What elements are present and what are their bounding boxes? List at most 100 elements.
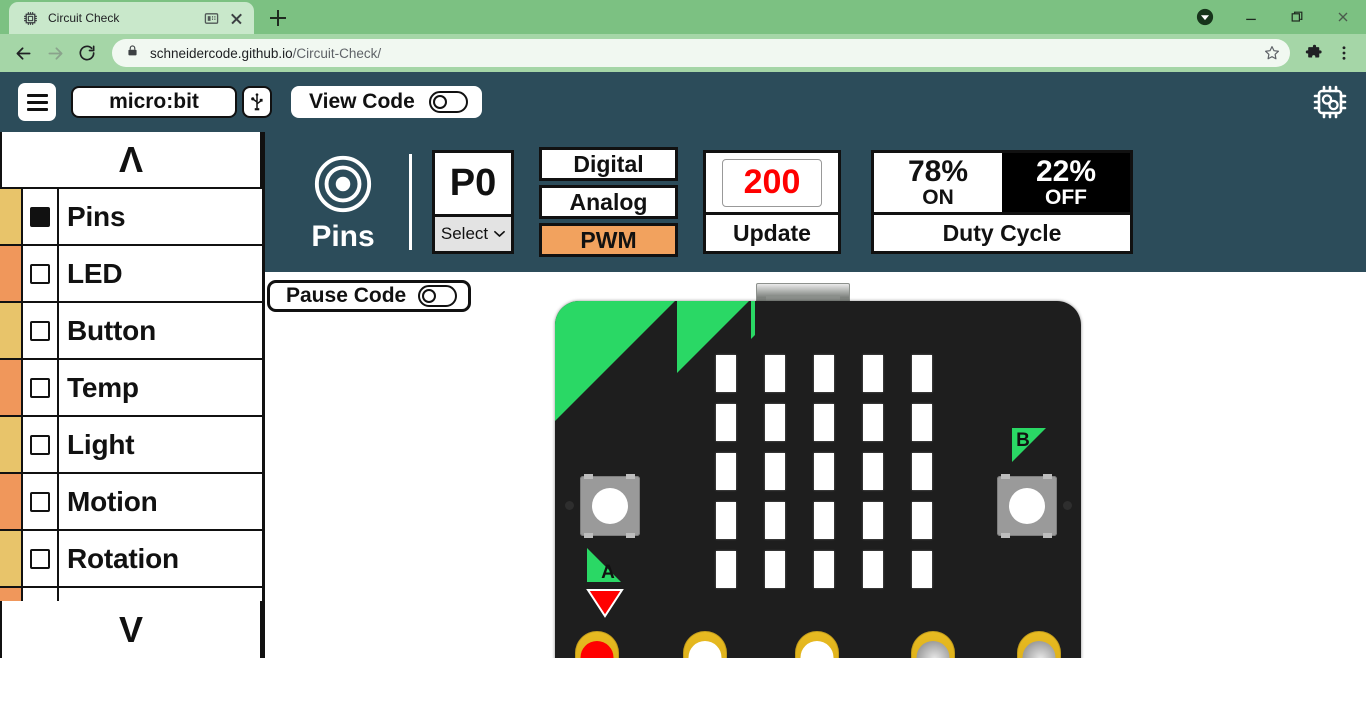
view-code-toggle[interactable] bbox=[428, 91, 468, 113]
sidebar-item-label: LED bbox=[67, 257, 123, 289]
led-1-1[interactable] bbox=[765, 404, 785, 441]
pin-value-input[interactable]: 200 bbox=[722, 158, 822, 207]
checkbox-icon[interactable] bbox=[30, 434, 50, 455]
button-a-letter: A bbox=[601, 562, 615, 583]
back-arrow-icon[interactable] bbox=[8, 38, 38, 68]
browser-tab[interactable]: Circuit Check bbox=[9, 2, 254, 34]
duty-cycle-group: 78% ON 22% OFF Duty Cycle bbox=[871, 150, 1133, 254]
view-code-button[interactable]: View Code bbox=[291, 86, 482, 118]
duty-cycle-bar: 78% ON 22% OFF bbox=[874, 153, 1130, 215]
led-2-1[interactable] bbox=[765, 453, 785, 490]
cast-icon[interactable] bbox=[204, 11, 219, 26]
checkbox-icon[interactable] bbox=[30, 491, 50, 512]
sidebar-item-checkbox-cell[interactable] bbox=[23, 474, 59, 529]
restore-icon[interactable] bbox=[1274, 0, 1320, 34]
sidebar-item-label: Motion bbox=[67, 485, 158, 517]
led-2-0[interactable] bbox=[716, 453, 736, 490]
usb-icon[interactable] bbox=[242, 86, 272, 118]
new-tab-button[interactable] bbox=[264, 4, 292, 32]
led-1-3[interactable] bbox=[863, 404, 883, 441]
edge-pad-contact bbox=[688, 641, 722, 658]
pin-mode-digital-button[interactable]: Digital bbox=[539, 147, 678, 181]
button-a[interactable] bbox=[580, 474, 640, 538]
edge-pad-1[interactable]: 1 bbox=[683, 631, 727, 658]
edge-pad-2[interactable]: 2 bbox=[795, 631, 839, 658]
pin-selector[interactable]: P0 Select bbox=[432, 150, 514, 254]
sidebar-scroll-down[interactable]: V bbox=[0, 601, 262, 658]
edge-pad-gnd[interactable]: GND bbox=[1017, 631, 1061, 658]
pause-row: Pause Code bbox=[265, 272, 1366, 312]
button-b[interactable] bbox=[997, 474, 1057, 538]
led-4-4[interactable] bbox=[912, 551, 932, 588]
forward-arrow-icon bbox=[40, 38, 70, 68]
led-4-1[interactable] bbox=[765, 551, 785, 588]
sidebar: Λ Pins LED Button Temp Light Motion Rotation Ge… bbox=[0, 132, 265, 658]
led-3-1[interactable] bbox=[765, 502, 785, 539]
led-1-2[interactable] bbox=[814, 404, 834, 441]
app-body: Λ Pins LED Button Temp Light Motion Rotation Ge… bbox=[0, 132, 1366, 658]
led-matrix[interactable] bbox=[716, 355, 932, 588]
led-0-0[interactable] bbox=[716, 355, 736, 392]
edge-pad-0[interactable]: 0 bbox=[575, 631, 619, 658]
sidebar-scroll-up[interactable]: Λ bbox=[0, 132, 262, 189]
three-dot-menu-icon[interactable] bbox=[1330, 38, 1358, 68]
browser-tab-strip: Circuit Check bbox=[0, 0, 1366, 34]
microchip-settings-icon[interactable] bbox=[1308, 80, 1352, 124]
update-button[interactable]: Update bbox=[706, 215, 838, 251]
sidebar-item-checkbox-cell[interactable] bbox=[23, 303, 59, 358]
checkbox-icon[interactable] bbox=[30, 320, 50, 341]
checkbox-icon[interactable] bbox=[30, 548, 50, 569]
sidebar-item-pins[interactable]: Pins bbox=[0, 189, 262, 246]
checkbox-icon[interactable] bbox=[30, 377, 50, 398]
sidebar-item-checkbox-cell[interactable] bbox=[23, 417, 59, 472]
chip-icon bbox=[22, 10, 39, 27]
led-2-2[interactable] bbox=[814, 453, 834, 490]
bookmark-star-icon[interactable] bbox=[1260, 41, 1284, 65]
minimize-icon[interactable] bbox=[1228, 0, 1274, 34]
sidebar-item-checkbox-cell[interactable] bbox=[23, 531, 59, 586]
sidebar-item-motion[interactable]: Motion bbox=[0, 474, 262, 531]
hamburger-menu-icon[interactable] bbox=[18, 83, 56, 121]
led-3-2[interactable] bbox=[814, 502, 834, 539]
sidebar-item-light[interactable]: Light bbox=[0, 417, 262, 474]
led-0-4[interactable] bbox=[912, 355, 932, 392]
board-name-button[interactable]: micro:bit bbox=[71, 86, 237, 118]
checkbox-icon[interactable] bbox=[30, 263, 50, 284]
panel-divider bbox=[409, 154, 412, 250]
led-3-0[interactable] bbox=[716, 502, 736, 539]
led-0-1[interactable] bbox=[765, 355, 785, 392]
pin-select-dropdown[interactable]: Select bbox=[435, 217, 511, 251]
pin-value-group: 200 Update bbox=[703, 150, 841, 254]
sidebar-item-checkbox-cell[interactable] bbox=[23, 588, 59, 601]
led-1-0[interactable] bbox=[716, 404, 736, 441]
led-4-3[interactable] bbox=[863, 551, 883, 588]
led-1-4[interactable] bbox=[912, 404, 932, 441]
sidebar-item-checkbox-cell[interactable] bbox=[23, 189, 59, 244]
lock-icon bbox=[126, 44, 139, 62]
puzzle-piece-icon[interactable] bbox=[1300, 38, 1328, 68]
sidebar-item-gesture[interactable]: Gesture bbox=[0, 588, 262, 601]
window-close-icon[interactable] bbox=[1320, 0, 1366, 34]
led-4-0[interactable] bbox=[716, 551, 736, 588]
sidebar-item-button[interactable]: Button bbox=[0, 303, 262, 360]
sidebar-item-rotation[interactable]: Rotation bbox=[0, 531, 262, 588]
close-icon[interactable] bbox=[228, 10, 245, 27]
sidebar-item-checkbox-cell[interactable] bbox=[23, 360, 59, 415]
sidebar-item-temp[interactable]: Temp bbox=[0, 360, 262, 417]
led-0-3[interactable] bbox=[863, 355, 883, 392]
profile-avatar-icon[interactable] bbox=[1182, 0, 1228, 34]
sidebar-item-checkbox-cell[interactable] bbox=[23, 246, 59, 301]
pin-mode-pwm-button[interactable]: PWM bbox=[539, 223, 678, 257]
checkbox-icon[interactable] bbox=[30, 206, 50, 227]
sidebar-item-led[interactable]: LED bbox=[0, 246, 262, 303]
pin-mode-analog-button[interactable]: Analog bbox=[539, 185, 678, 219]
edge-pad-3v[interactable]: 3V bbox=[911, 631, 955, 658]
led-2-4[interactable] bbox=[912, 453, 932, 490]
led-3-3[interactable] bbox=[863, 502, 883, 539]
led-3-4[interactable] bbox=[912, 502, 932, 539]
led-2-3[interactable] bbox=[863, 453, 883, 490]
led-4-2[interactable] bbox=[814, 551, 834, 588]
led-0-2[interactable] bbox=[814, 355, 834, 392]
address-bar[interactable]: schneidercode.github.io/Circuit-Check/ bbox=[112, 39, 1290, 67]
reload-icon[interactable] bbox=[72, 38, 102, 68]
